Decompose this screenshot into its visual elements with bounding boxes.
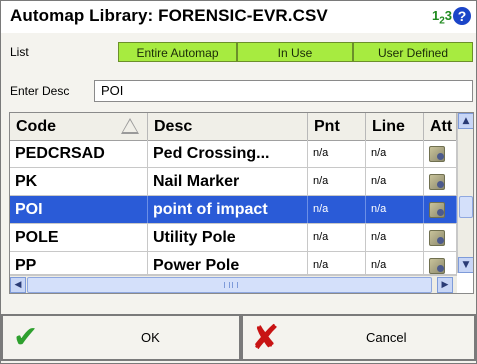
attribute-icon[interactable] xyxy=(429,146,445,162)
cell-att xyxy=(424,168,457,195)
automap-library-dialog: Automap Library: FORENSIC-EVR.CSV 123 ? … xyxy=(0,0,477,364)
column-header-code[interactable]: Code xyxy=(10,113,148,140)
column-header-desc[interactable]: Desc xyxy=(148,113,308,140)
table-row-selected[interactable]: POI point of impact n/a n/a xyxy=(10,196,457,224)
cell-desc: Nail Marker xyxy=(148,168,308,195)
in-use-button[interactable]: In Use xyxy=(237,42,353,62)
cell-code: PK xyxy=(10,168,148,195)
cell-code: POLE xyxy=(10,224,148,251)
cell-att xyxy=(424,196,457,223)
cell-att xyxy=(424,140,457,167)
description-input[interactable]: POI xyxy=(94,80,473,102)
table-row[interactable]: POLE Utility Pole n/a n/a xyxy=(10,224,457,252)
table-row[interactable]: PEDCRSAD Ped Crossing... n/a n/a xyxy=(10,140,457,168)
window-title: Automap Library: FORENSIC-EVR.CSV xyxy=(10,6,328,25)
cell-desc: Ped Crossing... xyxy=(148,140,308,167)
cell-desc: Utility Pole xyxy=(148,224,308,251)
horizontal-scrollbar[interactable]: ◀ ▶ xyxy=(10,275,457,293)
cell-code: PEDCRSAD xyxy=(10,140,148,167)
cell-line: n/a xyxy=(366,140,424,167)
attribute-icon[interactable] xyxy=(429,174,445,190)
ok-label: OK xyxy=(141,330,160,345)
cell-line: n/a xyxy=(366,224,424,251)
attribute-icon[interactable] xyxy=(429,202,445,218)
automap-table: Code Desc Pnt Line Att PEDCRSAD Ped Cros… xyxy=(9,112,474,294)
table-row[interactable]: PP Power Pole n/a n/a xyxy=(10,252,457,279)
cell-line: n/a xyxy=(366,196,424,223)
title-bar: Automap Library: FORENSIC-EVR.CSV 123 ? xyxy=(1,1,476,33)
vertical-scrollbar[interactable]: ▲ ▼ xyxy=(457,113,473,273)
cell-pnt: n/a xyxy=(308,224,366,251)
scroll-up-icon[interactable]: ▲ xyxy=(458,113,473,129)
cancel-label: Cancel xyxy=(366,330,407,345)
attribute-icon[interactable] xyxy=(429,230,445,246)
ok-button[interactable]: ✔ OK xyxy=(1,314,241,361)
attribute-icon[interactable] xyxy=(429,258,445,274)
cell-code: POI xyxy=(10,196,148,223)
table-header: Code Desc Pnt Line Att xyxy=(10,113,457,141)
cell-pnt: n/a xyxy=(308,196,366,223)
table-row[interactable]: PK Nail Marker n/a n/a xyxy=(10,168,457,196)
list-filter-row: List Entire Automap In Use User Defined xyxy=(1,40,476,64)
column-header-pnt[interactable]: Pnt xyxy=(308,113,366,140)
checkmark-icon: ✔ xyxy=(13,320,39,355)
sort-ascending-icon xyxy=(121,118,139,134)
horizontal-scroll-thumb[interactable] xyxy=(27,277,432,293)
scroll-left-icon[interactable]: ◀ xyxy=(10,277,26,293)
cell-pnt: n/a xyxy=(308,168,366,195)
vertical-scroll-thumb[interactable] xyxy=(459,196,473,218)
cell-line: n/a xyxy=(366,168,424,195)
numeric-keypad-icon[interactable]: 123 xyxy=(432,8,452,27)
enter-desc-label: Enter Desc xyxy=(10,84,70,98)
cell-pnt: n/a xyxy=(308,140,366,167)
cancel-button[interactable]: ✘ Cancel xyxy=(241,314,476,361)
cell-desc: point of impact xyxy=(148,196,308,223)
user-defined-button[interactable]: User Defined xyxy=(353,42,473,62)
grip-icon xyxy=(224,282,238,288)
list-label: List xyxy=(10,45,29,59)
cell-att xyxy=(424,224,457,251)
entire-automap-button[interactable]: Entire Automap xyxy=(118,42,237,62)
column-header-line[interactable]: Line xyxy=(366,113,424,140)
dialog-buttons: ✔ OK ✘ Cancel xyxy=(1,314,476,363)
scroll-right-icon[interactable]: ▶ xyxy=(437,277,453,293)
help-icon[interactable]: ? xyxy=(453,7,471,25)
scroll-down-icon[interactable]: ▼ xyxy=(458,257,473,273)
column-header-att[interactable]: Att xyxy=(424,113,457,140)
cancel-x-icon: ✘ xyxy=(251,318,280,358)
